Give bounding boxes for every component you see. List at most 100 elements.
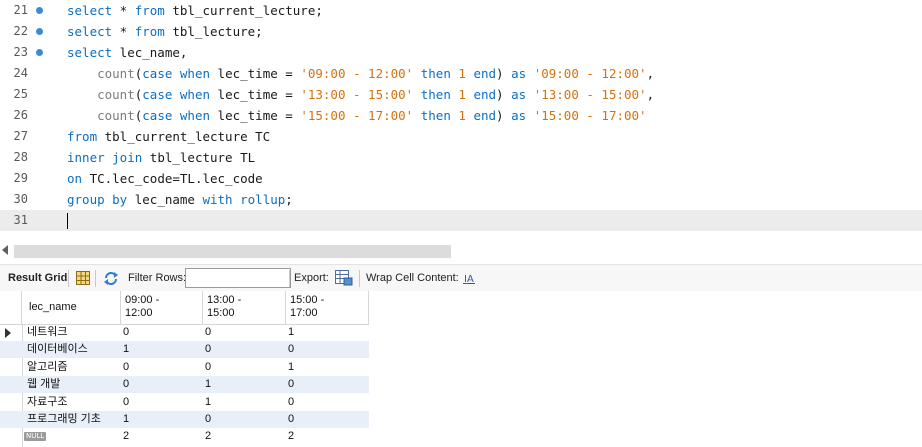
column-header-13-15[interactable]: 13:00 - 15:00 — [203, 291, 286, 324]
code-token: from — [67, 129, 98, 144]
table-cell[interactable]: 자료구조 — [27, 394, 67, 411]
wrap-cell-content-label: Wrap Cell Content: — [366, 272, 459, 284]
code-line[interactable]: 27 from tbl_current_lecture TC — [0, 126, 922, 147]
code-token: tbl_current_lecture TC — [97, 129, 271, 144]
grid-view-icon[interactable] — [76, 271, 90, 288]
result-grid-label[interactable]: Result Grid — [8, 265, 67, 292]
column-header-15-17[interactable]: 15:00 - 17:00 — [286, 291, 369, 324]
table-cell[interactable]: 0 — [123, 376, 129, 393]
table-cell[interactable]: 1 — [123, 411, 129, 428]
code-token: tbl_current_lecture; — [164, 3, 323, 18]
table-cell[interactable]: 0 — [205, 341, 211, 358]
code-line[interactable]: 28 inner join tbl_lecture TL — [0, 147, 922, 168]
table-cell[interactable]: 0 — [123, 359, 129, 376]
scroll-left-arrow-icon[interactable] — [2, 245, 8, 255]
table-cell[interactable]: 1 — [205, 394, 211, 411]
filter-rows-input[interactable] — [185, 268, 291, 288]
line-number: 23 — [13, 45, 28, 59]
table-cell[interactable]: 알고리즘 — [27, 359, 67, 376]
code-line[interactable]: 25 count(case when lec_time = '13:00 - 1… — [0, 84, 922, 105]
statement-marker-icon[interactable] — [36, 49, 43, 56]
code-token: inner join — [67, 150, 143, 165]
statement-marker-icon[interactable] — [36, 7, 43, 14]
table-cell[interactable]: 1 — [205, 376, 211, 393]
table-cell[interactable]: 0 — [123, 324, 129, 341]
line-number: 21 — [13, 3, 28, 17]
table-cell[interactable]: 데이터베이스 — [27, 341, 88, 358]
table-cell[interactable]: 2 — [123, 428, 129, 445]
code-text: select lec_name, — [67, 42, 187, 63]
table-cell[interactable]: 1 — [288, 359, 294, 376]
table-cell[interactable]: 0 — [288, 376, 294, 393]
export-label: Export: — [294, 272, 329, 284]
column-header-09-12[interactable]: 09:00 - 12:00 — [121, 291, 203, 324]
table-row[interactable]: 프로그래밍 기초 1 0 0 — [0, 411, 369, 428]
table-cell[interactable]: 0 — [123, 394, 129, 411]
code-text: count(case when lec_time = '13:00 - 15:0… — [67, 84, 654, 105]
code-line[interactable]: 30 group by lec_name with rollup; — [0, 189, 922, 210]
wrap-text-icon[interactable]: IA — [463, 272, 475, 287]
table-row[interactable]: 알고리즘 0 0 1 — [0, 359, 369, 376]
table-cell[interactable]: 네트워크 — [27, 324, 67, 341]
code-token: 1 — [458, 108, 466, 123]
null-badge: NULL — [24, 432, 47, 442]
table-row[interactable]: 자료구조 0 1 0 — [0, 394, 369, 411]
column-header-lec-name[interactable]: lec_name — [22, 291, 121, 324]
table-cell[interactable]: 0 — [288, 411, 294, 428]
code-token: '15:00 - 17:00' — [300, 108, 414, 123]
code-token: count — [97, 108, 135, 123]
code-token: count — [97, 66, 135, 81]
code-token: select — [67, 45, 113, 60]
table-row[interactable]: NULL 2 2 2 — [0, 428, 369, 445]
code-text: on TC.lec_code=TL.lec_code — [67, 168, 263, 189]
code-text: inner join tbl_lecture TL — [67, 147, 255, 168]
table-cell[interactable]: 0 — [205, 411, 211, 428]
table-cell[interactable]: 0 — [205, 324, 211, 341]
line-number: 25 — [13, 87, 28, 101]
table-cell[interactable]: 프로그래밍 기초 — [27, 411, 101, 428]
code-token: from — [134, 24, 165, 39]
table-cell[interactable]: 2 — [288, 428, 294, 445]
code-line[interactable]: 29 on TC.lec_code=TL.lec_code — [0, 168, 922, 189]
code-line[interactable]: 31 — [0, 210, 922, 231]
table-cell[interactable]: 0 — [288, 341, 294, 358]
code-token: lec_time = — [210, 87, 301, 102]
code-token: as — [511, 87, 527, 102]
code-line[interactable]: 24 count(case when lec_time = '09:00 - 1… — [0, 63, 922, 84]
statement-marker-icon[interactable] — [36, 28, 43, 35]
scrollbar-thumb[interactable] — [14, 245, 451, 258]
sql-editor[interactable]: 21 select * from tbl_current_lecture; 22 se… — [0, 0, 922, 236]
code-token: tbl_lecture; — [164, 24, 263, 39]
table-cell[interactable]: 2 — [205, 428, 211, 445]
table-cell[interactable]: 웹 개발 — [27, 376, 60, 393]
line-number: 29 — [13, 171, 28, 185]
editor-horizontal-scrollbar[interactable] — [0, 243, 922, 259]
row-header-corner — [0, 291, 22, 324]
code-line[interactable]: 26 count(case when lec_time = '15:00 - 1… — [0, 105, 922, 126]
table-cell[interactable]: 0 — [205, 359, 211, 376]
table-row[interactable]: 데이터베이스 1 0 0 — [0, 341, 369, 359]
table-row[interactable]: 네트워크 0 0 1 — [0, 324, 369, 341]
table-cell[interactable]: 0 — [288, 394, 294, 411]
table-row[interactable]: 웹 개발 0 1 0 — [0, 376, 369, 394]
table-cell[interactable]: 1 — [123, 341, 129, 358]
code-token: ) — [496, 87, 512, 102]
result-grid[interactable]: lec_name 09:00 - 12:00 13:00 - 15:00 15:… — [0, 291, 922, 447]
table-cell[interactable]: 1 — [288, 324, 294, 341]
code-token: as — [511, 66, 527, 81]
code-token: lec_time = — [210, 66, 301, 81]
code-line[interactable]: 21 select * from tbl_current_lecture; — [0, 0, 922, 21]
toolbar-divider — [289, 270, 290, 287]
code-line[interactable]: 23 select lec_name, — [0, 42, 922, 63]
code-token: from — [134, 3, 165, 18]
code-text: group by lec_name with rollup; — [67, 189, 293, 210]
code-line[interactable]: 22 select * from tbl_lecture; — [0, 21, 922, 42]
code-token: end — [473, 66, 497, 81]
refresh-icon[interactable] — [103, 271, 119, 288]
line-number: 28 — [13, 150, 28, 164]
text-caret — [67, 213, 68, 229]
code-token: lec_name, — [112, 45, 188, 60]
export-icon[interactable] — [335, 270, 353, 289]
